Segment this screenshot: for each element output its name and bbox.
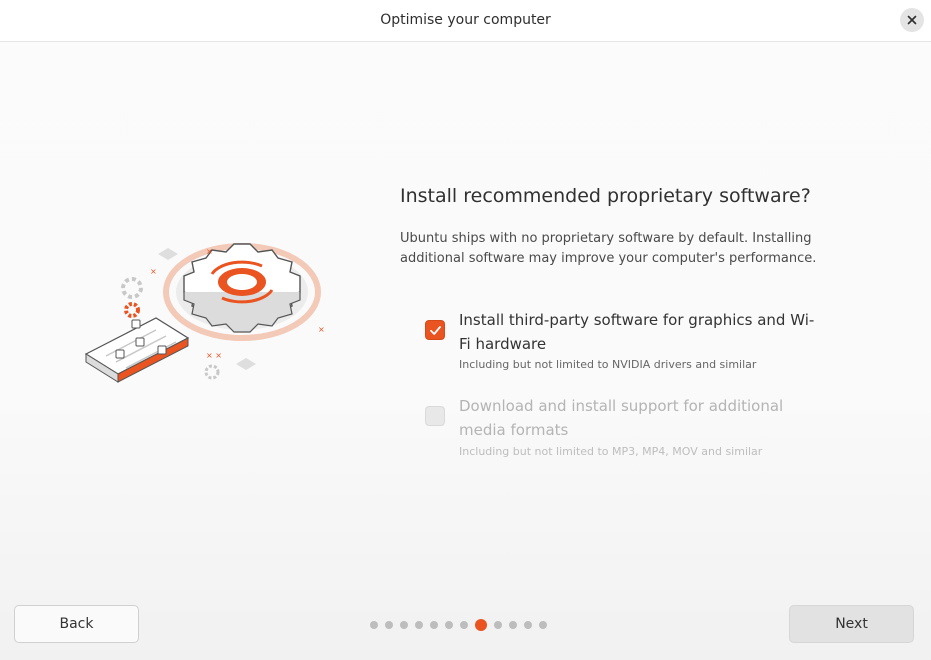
progress-dots — [370, 619, 547, 631]
progress-dot — [539, 621, 547, 629]
progress-dot — [509, 621, 517, 629]
media-formats-sublabel: Including but not limited to MP3, MP4, M… — [459, 445, 763, 458]
progress-dot — [370, 621, 378, 629]
progress-dot — [415, 621, 423, 629]
svg-text:×: × — [318, 325, 325, 334]
checkmark-icon — [430, 326, 441, 335]
third-party-sublabel: Including but not limited to NVIDIA driv… — [459, 358, 757, 371]
progress-dot — [400, 621, 408, 629]
next-button[interactable]: Next — [789, 605, 914, 643]
progress-dot — [494, 621, 502, 629]
third-party-checkbox[interactable] — [425, 320, 445, 340]
svg-text:×: × — [150, 267, 157, 276]
progress-dot — [524, 621, 532, 629]
back-button[interactable]: Back — [14, 605, 139, 643]
media-formats-checkbox — [425, 406, 445, 426]
third-party-label: Install third-party software for graphic… — [459, 311, 815, 353]
media-formats-label: Download and install support for additio… — [459, 397, 784, 439]
title-bar: Optimise your computer — [0, 0, 931, 42]
progress-dot — [460, 621, 468, 629]
page-heading: Install recommended proprietary software… — [400, 185, 811, 207]
window-title: Optimise your computer — [380, 12, 551, 28]
close-button[interactable] — [900, 8, 924, 32]
page-description: Ubuntu ships with no proprietary softwar… — [400, 231, 817, 266]
svg-text:× ×: × × — [206, 351, 222, 360]
progress-dot — [430, 621, 438, 629]
progress-dot-active — [475, 619, 487, 631]
svg-text:×: × — [206, 247, 213, 256]
progress-dot — [445, 621, 453, 629]
gear-settings-illustration: × × × × × — [84, 243, 325, 383]
progress-dot — [385, 621, 393, 629]
close-icon — [907, 15, 917, 25]
